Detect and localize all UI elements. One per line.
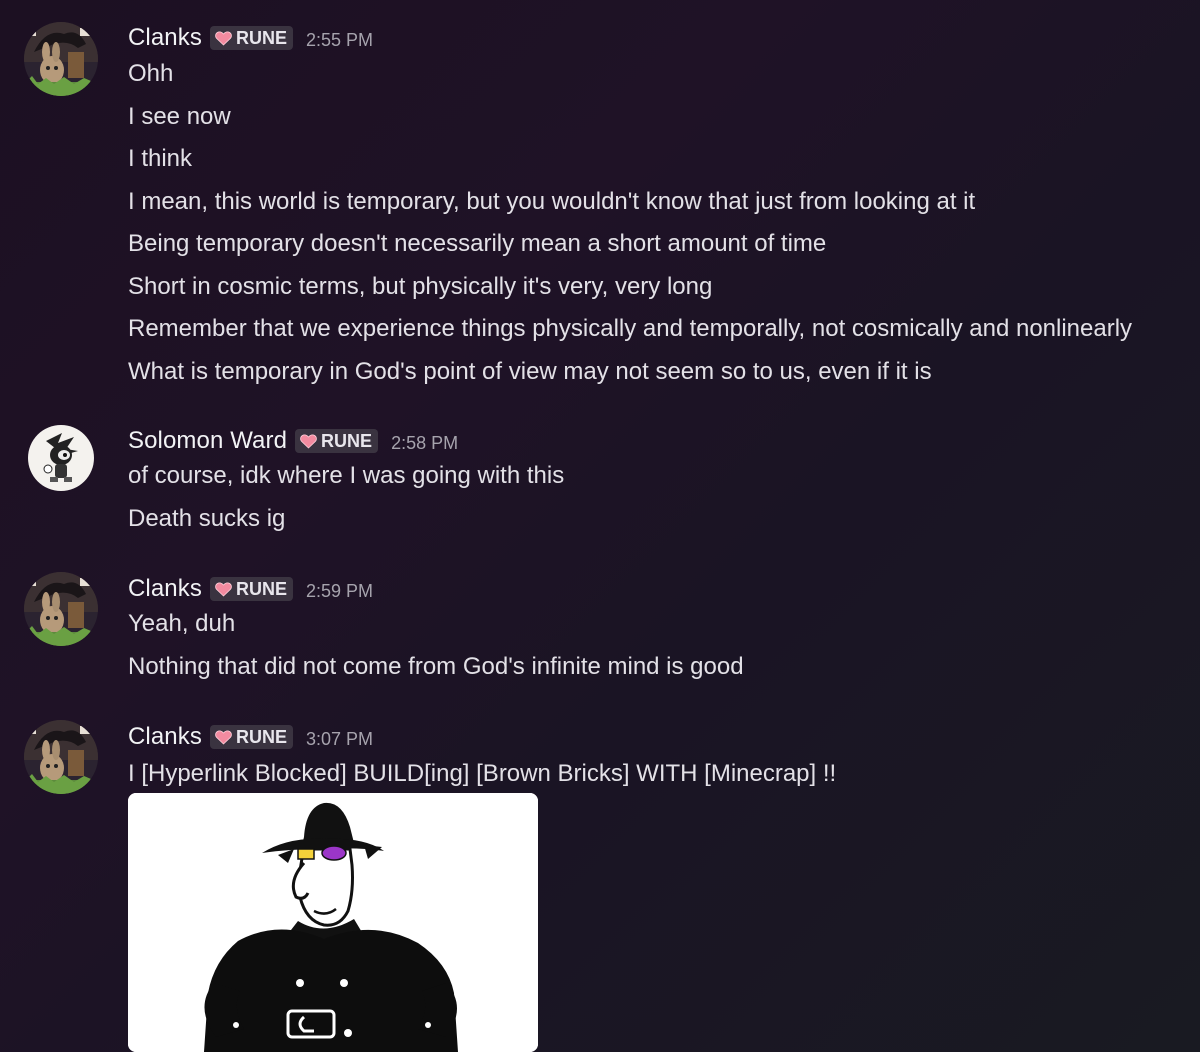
timestamp[interactable]: 2:58 PM xyxy=(391,433,458,454)
message-text: Nothing that did not come from God's inf… xyxy=(128,653,744,680)
avatar-clanks-icon xyxy=(24,22,98,96)
message-text: Being temporary doesn't necessarily mean… xyxy=(128,230,827,257)
message-text: Yeah, duh xyxy=(128,610,236,637)
avatar-solomon-icon xyxy=(28,425,94,491)
avatar-clanks-icon xyxy=(24,572,98,646)
message-text: I see now xyxy=(128,103,231,130)
heart-icon xyxy=(215,582,232,597)
cartoon-character-image xyxy=(128,793,538,1052)
message-text: Short in cosmic terms, but physically it… xyxy=(128,273,713,300)
image-attachment[interactable] xyxy=(128,793,538,1052)
timestamp[interactable]: 3:07 PM xyxy=(306,729,373,750)
heart-icon xyxy=(300,434,317,449)
avatar[interactable] xyxy=(24,720,98,794)
heart-icon xyxy=(215,730,232,745)
message-text: I mean, this world is temporary, but you… xyxy=(128,188,976,215)
username[interactable]: Solomon Ward xyxy=(128,427,287,455)
message-text: I think xyxy=(128,145,193,172)
guild-tag-label: RUNE xyxy=(321,430,373,451)
username[interactable]: Clanks xyxy=(128,575,202,603)
username[interactable]: Clanks xyxy=(128,24,202,52)
guild-tag-label: RUNE xyxy=(235,27,287,48)
guild-tag-badge[interactable]: RUNE xyxy=(209,725,293,749)
chat-message-list: Clanks RUNE 2:55 PM Ohh I see now I thin… xyxy=(0,0,1200,1052)
message-header: Clanks RUNE 2:59 PM xyxy=(128,573,373,605)
guild-tag-badge[interactable]: RUNE xyxy=(209,26,293,50)
message-text: Ohh xyxy=(128,60,174,87)
avatar[interactable] xyxy=(24,22,98,96)
message-text: Death sucks ig xyxy=(128,505,286,532)
message-header: Solomon Ward RUNE 2:58 PM xyxy=(128,425,458,457)
message-text: Remember that we experience things physi… xyxy=(128,315,1133,342)
heart-icon xyxy=(215,31,232,46)
timestamp[interactable]: 2:59 PM xyxy=(306,581,373,602)
guild-tag-badge[interactable]: RUNE xyxy=(295,429,379,453)
message-text: of course, idk where I was going with th… xyxy=(128,462,565,489)
avatar[interactable] xyxy=(28,425,94,491)
avatar[interactable] xyxy=(24,572,98,646)
guild-tag-label: RUNE xyxy=(235,726,287,747)
message-text: I [Hyperlink Blocked] BUILD[ing] [Brown … xyxy=(128,760,837,787)
message-header: Clanks RUNE 2:55 PM xyxy=(128,22,373,54)
message-header: Clanks RUNE 3:07 PM xyxy=(128,721,373,753)
guild-tag-label: RUNE xyxy=(235,578,287,599)
username[interactable]: Clanks xyxy=(128,723,202,751)
avatar-clanks-icon xyxy=(24,720,98,794)
guild-tag-badge[interactable]: RUNE xyxy=(209,577,293,601)
message-text: What is temporary in God's point of view… xyxy=(128,358,932,385)
timestamp[interactable]: 2:55 PM xyxy=(306,30,373,51)
